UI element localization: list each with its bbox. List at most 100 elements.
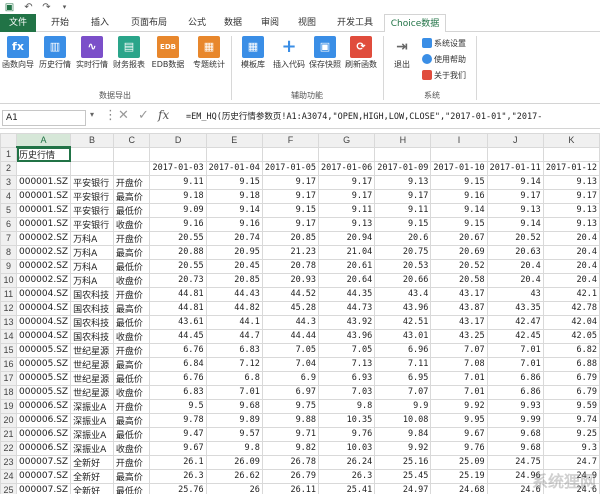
cell[interactable]: 7.05: [318, 342, 376, 358]
cell[interactable]: [486, 146, 544, 162]
date-header-cell[interactable]: 2017-01-10: [430, 161, 488, 176]
cell[interactable]: 9.5: [149, 398, 207, 414]
namebox-dropdown-icon[interactable]: ▾: [90, 110, 94, 119]
cell[interactable]: 最低价: [112, 426, 151, 442]
tab-choice-data[interactable]: Choice数据: [384, 14, 446, 33]
cell[interactable]: 国农科技: [70, 328, 114, 344]
row-header[interactable]: 23: [0, 454, 17, 470]
cell[interactable]: 万科A: [70, 258, 114, 274]
date-header-cell[interactable]: 2017-01-05: [261, 161, 320, 176]
cell[interactable]: 20.66: [374, 272, 432, 288]
cell[interactable]: 7.01: [430, 370, 488, 386]
row-header[interactable]: 2: [0, 161, 17, 176]
cell[interactable]: 国农科技: [70, 300, 114, 316]
row-header[interactable]: 25: [0, 482, 17, 494]
cell[interactable]: 9.89: [205, 412, 263, 428]
cell[interactable]: 6.86: [486, 384, 544, 400]
cell[interactable]: 9.17: [318, 174, 376, 190]
cell[interactable]: 深振业A: [70, 440, 114, 456]
cell[interactable]: 43.61: [149, 314, 207, 330]
cell[interactable]: 26.24: [318, 454, 376, 470]
cell[interactable]: 20.4: [542, 244, 600, 260]
cell[interactable]: 9.78: [149, 412, 207, 428]
cell[interactable]: [149, 146, 207, 162]
cell[interactable]: 国农科技: [70, 314, 114, 330]
cell[interactable]: 000007.SZ: [15, 468, 72, 484]
cell[interactable]: 6.76: [149, 342, 207, 358]
row-header[interactable]: 10: [0, 272, 17, 288]
date-header-cell[interactable]: 2017-01-09: [374, 161, 432, 176]
cell[interactable]: 9.16: [205, 216, 263, 232]
row-header[interactable]: 13: [0, 314, 17, 330]
history-quote-button[interactable]: ▥ 历史行情: [37, 36, 73, 88]
cell[interactable]: 26.11: [261, 482, 320, 494]
row-header[interactable]: 4: [0, 188, 17, 204]
cell[interactable]: 10.08: [374, 412, 432, 428]
column-header[interactable]: K: [542, 133, 600, 148]
cell[interactable]: 20.4: [486, 272, 544, 288]
cell[interactable]: 43.01: [374, 328, 432, 344]
cell[interactable]: 6.96: [374, 342, 432, 358]
cell[interactable]: 44.35: [318, 286, 376, 302]
row-header[interactable]: 20: [0, 412, 17, 428]
edb-data-button[interactable]: EDB EDB数据: [150, 36, 186, 88]
row-header[interactable]: 9: [0, 258, 17, 274]
column-header[interactable]: C: [112, 133, 151, 148]
cell[interactable]: 20.4: [486, 258, 544, 274]
cell[interactable]: 44.44: [261, 328, 320, 344]
cancel-icon[interactable]: ✕: [118, 108, 129, 123]
cell[interactable]: 6.83: [149, 384, 207, 400]
cell[interactable]: 42.47: [486, 314, 544, 330]
cell[interactable]: 43.96: [318, 328, 376, 344]
cell[interactable]: 9.14: [486, 216, 544, 232]
cell[interactable]: 20.85: [261, 230, 320, 246]
select-all-corner[interactable]: [0, 133, 17, 148]
column-header[interactable]: H: [374, 133, 432, 148]
cell[interactable]: 9.13: [542, 216, 600, 232]
cell[interactable]: 最高价: [112, 300, 151, 316]
cell[interactable]: 20.52: [486, 230, 544, 246]
cell[interactable]: 20.73: [149, 272, 207, 288]
cell[interactable]: 000005.SZ: [15, 356, 72, 372]
cell[interactable]: 9.13: [318, 216, 376, 232]
help-button[interactable]: 使用帮助: [422, 54, 466, 66]
cell[interactable]: 42.51: [374, 314, 432, 330]
row-header[interactable]: 19: [0, 398, 17, 414]
cell[interactable]: 000006.SZ: [15, 398, 72, 414]
cell[interactable]: 42.05: [542, 328, 600, 344]
cell[interactable]: 43: [486, 286, 544, 302]
cell[interactable]: 42.04: [542, 314, 600, 330]
cell[interactable]: 9.17: [486, 188, 544, 204]
cell[interactable]: 最低价: [112, 202, 151, 218]
cell[interactable]: 44.43: [205, 286, 263, 302]
cell[interactable]: 6.83: [205, 342, 263, 358]
cell[interactable]: 21.04: [318, 244, 376, 260]
cell[interactable]: 7.01: [486, 356, 544, 372]
cell[interactable]: 9.09: [149, 202, 207, 218]
cell[interactable]: 25.16: [374, 454, 432, 470]
cell[interactable]: 6.93: [318, 370, 376, 386]
cell[interactable]: 000001.SZ: [15, 216, 72, 232]
cell[interactable]: 开盘价: [112, 342, 151, 358]
cell[interactable]: 000001.SZ: [15, 188, 72, 204]
cell[interactable]: 26.3: [318, 468, 376, 484]
row-header[interactable]: 12: [0, 300, 17, 316]
cell[interactable]: 最低价: [112, 482, 151, 494]
cell[interactable]: 20.85: [205, 272, 263, 288]
column-header[interactable]: F: [261, 133, 320, 148]
row-header[interactable]: 3: [0, 174, 17, 190]
cell[interactable]: 9.17: [318, 188, 376, 204]
topic-stats-button[interactable]: ▦ 专题统计: [191, 36, 227, 88]
cell[interactable]: 7.07: [374, 384, 432, 400]
enter-icon[interactable]: ✓: [138, 108, 149, 123]
cell[interactable]: 20.4: [542, 230, 600, 246]
cell[interactable]: 20.74: [205, 230, 263, 246]
cell[interactable]: 9.17: [261, 174, 320, 190]
cell[interactable]: 000007.SZ: [15, 454, 72, 470]
tab-home[interactable]: 开始: [42, 14, 78, 32]
cell[interactable]: 万科A: [70, 244, 114, 260]
cell[interactable]: 26.3: [149, 468, 207, 484]
cell[interactable]: 9.88: [261, 412, 320, 428]
cell[interactable]: 20.94: [318, 230, 376, 246]
cell[interactable]: 000005.SZ: [15, 370, 72, 386]
